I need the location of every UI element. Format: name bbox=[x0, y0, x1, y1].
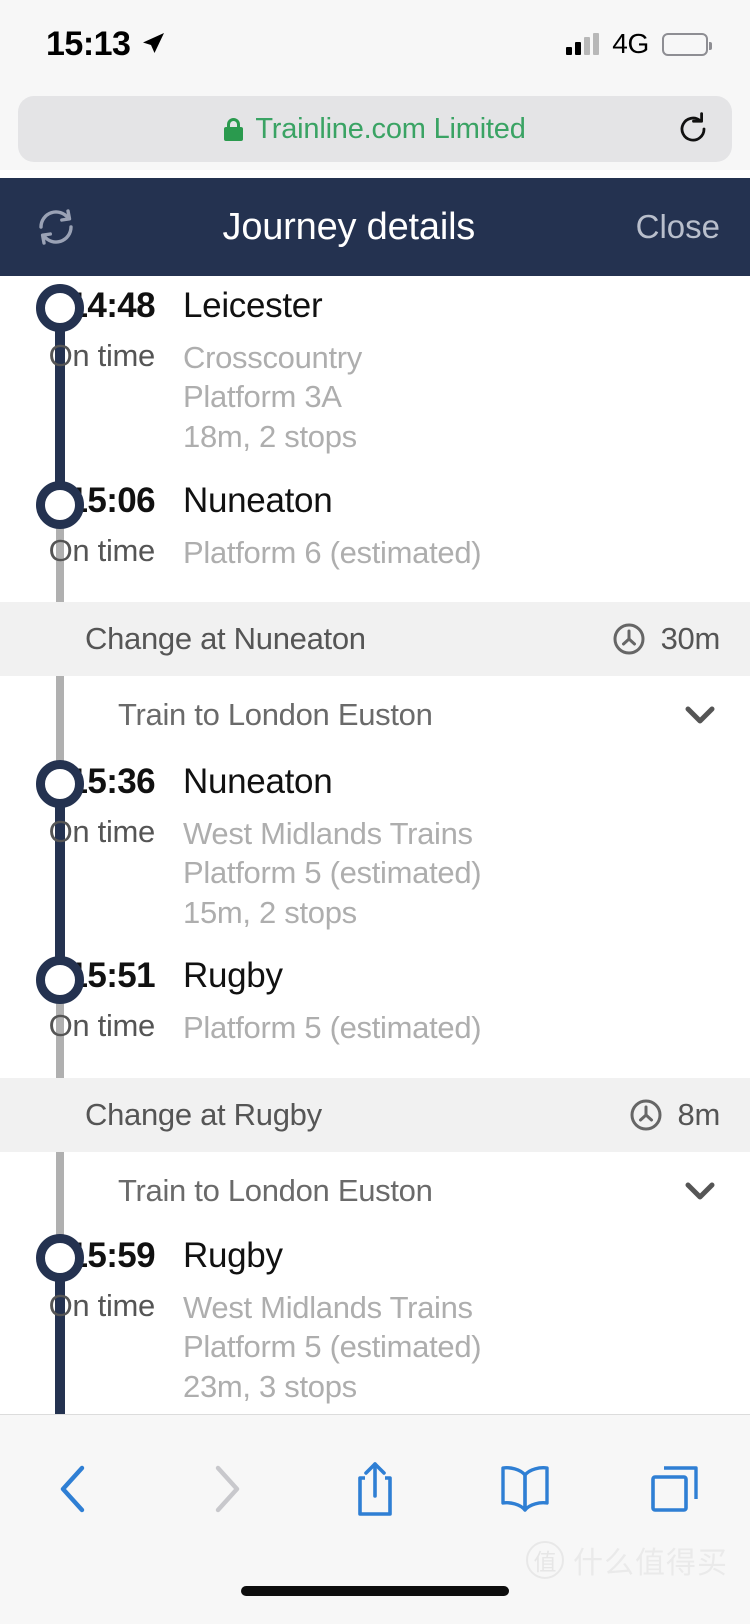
change-duration: 30m bbox=[611, 621, 720, 657]
clock-icon bbox=[630, 1099, 662, 1131]
clock-icon bbox=[613, 623, 645, 655]
phone-screen: 15:13 4G Trainline.com Limited Journey d… bbox=[0, 0, 750, 1624]
status-bar-clock: 15:13 bbox=[46, 24, 131, 63]
journey-details-list[interactable]: 14:48 Leicester On time Crosscountry Pla… bbox=[0, 276, 750, 1414]
lock-icon bbox=[224, 117, 244, 141]
stop-station: Nuneaton bbox=[183, 762, 333, 801]
chevron-right-icon bbox=[215, 1465, 240, 1513]
chevron-left-icon[interactable] bbox=[52, 1462, 98, 1516]
tabs-button[interactable] bbox=[600, 1435, 750, 1543]
stop-meta-line: Platform 5 (estimated) bbox=[183, 1010, 482, 1045]
bookmarks-button[interactable] bbox=[450, 1435, 600, 1543]
network-type-label: 4G bbox=[612, 28, 649, 59]
battery-icon bbox=[662, 32, 712, 56]
stop-meta: Platform 6 (estimated) bbox=[183, 533, 482, 572]
stop-meta: West Midlands Trains Platform 5 (estimat… bbox=[183, 814, 482, 932]
stop-meta: West Midlands Trains Platform 5 (estimat… bbox=[183, 1288, 482, 1406]
change-duration: 8m bbox=[628, 1097, 720, 1133]
stop-meta: Crosscountry Platform 3A 18m, 2 stops bbox=[183, 338, 362, 456]
url-bar[interactable]: Trainline.com Limited bbox=[18, 96, 732, 162]
stop-meta-line: 23m, 3 stops bbox=[183, 1368, 357, 1404]
change-label: Change at Rugby bbox=[85, 1097, 322, 1132]
safari-url-bar-container: Trainline.com Limited bbox=[0, 88, 750, 170]
back-button[interactable] bbox=[0, 1435, 150, 1543]
journey-stop: 15:51 Rugby On time Platform 5 (estimate… bbox=[0, 956, 750, 1047]
change-duration-label: 30m bbox=[660, 621, 721, 656]
stop-meta-line: West Midlands Trains bbox=[183, 816, 473, 851]
stop-meta-line: Platform 3A bbox=[183, 379, 342, 415]
timeline-node-stop-3 bbox=[36, 760, 84, 808]
tabs-icon[interactable] bbox=[646, 1461, 704, 1517]
change-row: Change at Nuneaton 30m bbox=[0, 602, 750, 676]
stop-meta-line: 18m, 2 stops bbox=[183, 418, 357, 454]
watermark: 值 什么值得买 bbox=[526, 1538, 728, 1582]
stop-meta-line: Platform 5 (estimated) bbox=[183, 855, 482, 891]
home-indicator[interactable] bbox=[241, 1586, 509, 1596]
close-button[interactable]: Close bbox=[636, 208, 720, 246]
page-title: Journey details bbox=[222, 205, 476, 248]
status-bar-right: 4G bbox=[566, 28, 712, 60]
stop-station: Leicester bbox=[183, 286, 323, 325]
timeline-node-stop-4 bbox=[36, 956, 84, 1004]
safari-toolbar: 值 什么值得买 bbox=[0, 1414, 750, 1624]
stop-status: On time bbox=[48, 1288, 156, 1323]
stop-station: Nuneaton bbox=[183, 481, 333, 520]
watermark-badge: 值 bbox=[526, 1541, 564, 1579]
leg-operator-label: Train to London Euston bbox=[118, 1173, 433, 1208]
journey-stop: 14:48 Leicester On time Crosscountry Pla… bbox=[0, 286, 750, 456]
app-header: Journey details Close bbox=[0, 178, 750, 276]
location-arrow-icon bbox=[143, 33, 165, 53]
ios-status-bar: 15:13 4G bbox=[0, 0, 750, 88]
change-duration-label: 8m bbox=[677, 1097, 721, 1132]
stop-status: On time bbox=[48, 338, 156, 373]
change-label: Change at Nuneaton bbox=[85, 621, 366, 656]
watermark-text: 什么值得买 bbox=[573, 1547, 728, 1580]
stop-status: On time bbox=[48, 814, 156, 849]
safari-toolbar-icons bbox=[0, 1435, 750, 1543]
reload-icon[interactable] bbox=[676, 112, 710, 146]
stop-meta-line: West Midlands Trains bbox=[183, 1290, 473, 1325]
stop-station: Rugby bbox=[183, 956, 283, 995]
change-row: Change at Rugby 8m bbox=[0, 1078, 750, 1152]
journey-stop: 15:59 Rugby On time West Midlands Trains… bbox=[0, 1236, 750, 1406]
stop-meta-line: 15m, 2 stops bbox=[183, 894, 357, 930]
timeline-node-stop-2 bbox=[36, 481, 84, 529]
stop-meta-line: Platform 6 (estimated) bbox=[183, 535, 482, 570]
stop-status: On time bbox=[48, 533, 156, 568]
timeline-node-stop-5 bbox=[36, 1234, 84, 1282]
journey-stop: 15:36 Nuneaton On time West Midlands Tra… bbox=[0, 762, 750, 932]
book-icon[interactable] bbox=[496, 1463, 554, 1515]
leg-operator-row[interactable]: Train to London Euston bbox=[0, 678, 750, 752]
journey-stop: 15:06 Nuneaton On time Platform 6 (estim… bbox=[0, 481, 750, 572]
chevron-down-icon[interactable] bbox=[680, 695, 720, 735]
site-name-label: Trainline.com Limited bbox=[255, 112, 526, 145]
stop-status: On time bbox=[48, 1008, 156, 1043]
timeline-node-stop-1 bbox=[36, 284, 84, 332]
forward-button bbox=[150, 1435, 300, 1543]
stop-meta: Platform 5 (estimated) bbox=[183, 1008, 482, 1047]
signal-strength-icon bbox=[566, 33, 600, 55]
stop-meta-line: Crosscountry bbox=[183, 340, 363, 375]
leg-operator-row[interactable]: Train to London Euston bbox=[0, 1154, 750, 1228]
leg-operator-label: Train to London Euston bbox=[118, 697, 433, 732]
stop-meta-line: Platform 5 (estimated) bbox=[183, 1329, 482, 1365]
stop-station: Rugby bbox=[183, 1236, 283, 1275]
status-bar-left: 15:13 bbox=[46, 25, 166, 64]
share-button[interactable] bbox=[300, 1435, 450, 1543]
chevron-down-icon[interactable] bbox=[680, 1171, 720, 1211]
share-icon[interactable] bbox=[348, 1458, 402, 1520]
